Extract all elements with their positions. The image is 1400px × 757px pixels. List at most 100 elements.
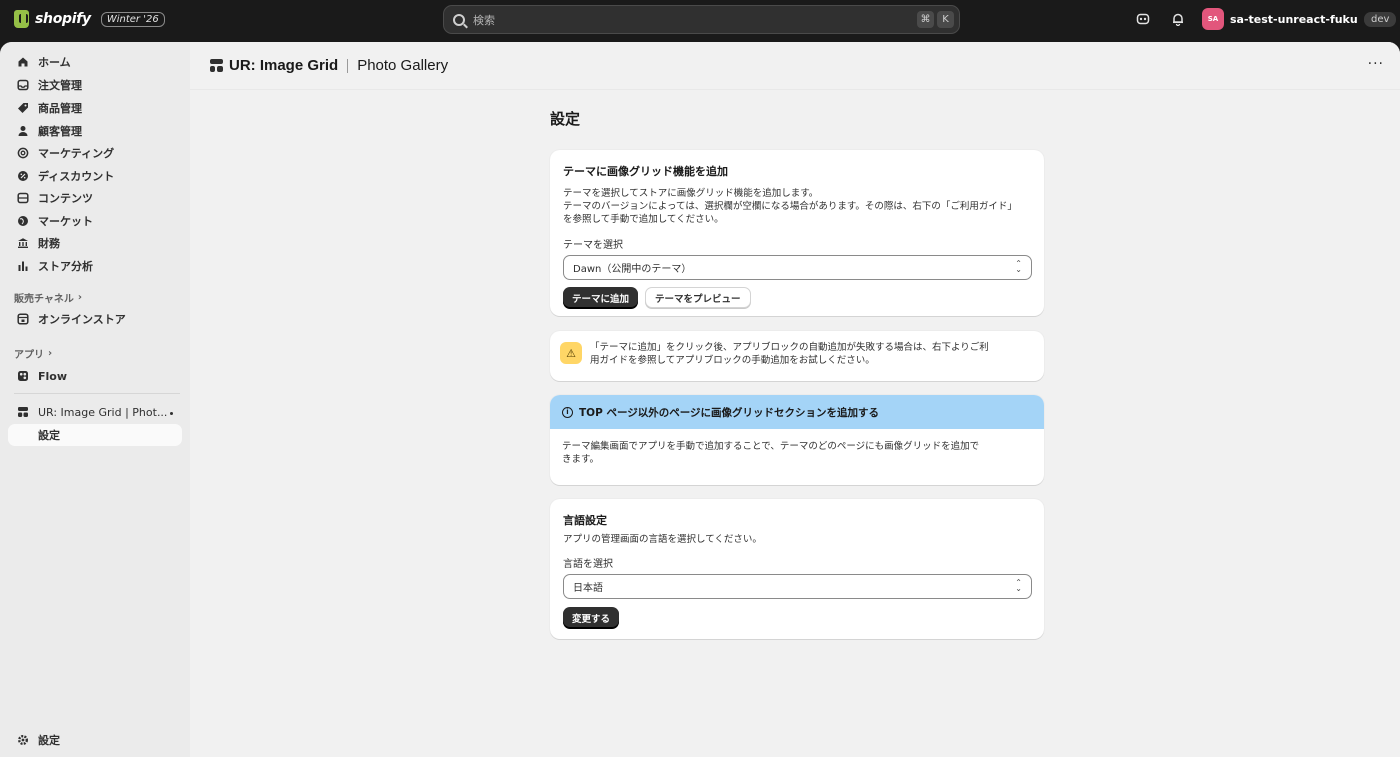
sidebar-item-discounts[interactable]: ディスカウント (8, 165, 182, 187)
chevron-right-icon: › (77, 292, 83, 303)
sidebar-item-settings[interactable]: 設定 (8, 729, 182, 751)
theme-select[interactable]: Dawn（公開中のテーマ） ⌃ ⌄ (563, 255, 1032, 280)
search-icon (453, 13, 465, 26)
sidebar-item-customers[interactable]: 顧客管理 (8, 120, 182, 142)
apps-heading[interactable]: アプリ › (14, 346, 52, 361)
sidebar-item-products[interactable]: 商品管理 (8, 97, 182, 119)
apps-label: アプリ (14, 350, 44, 361)
discount-icon (16, 169, 30, 183)
theme-card-desc-3: を参照して手動で追加してください。 (563, 214, 724, 225)
language-select[interactable]: 日本語 ⌃ ⌄ (563, 574, 1032, 599)
pin-dot (170, 412, 173, 415)
sidebar-item-label: 商品管理 (38, 102, 82, 115)
search-bar[interactable]: 検索 ⌘ K (443, 5, 960, 34)
brand-name: shopify (35, 11, 91, 27)
sidebar-item-home[interactable]: ホーム (8, 51, 182, 73)
sidebar-item-label: マーケット (38, 215, 93, 228)
info-card-text-1: テーマ編集画面でアプリを手動で追加することで、テーマのどのページにも画像グリッド… (562, 441, 980, 452)
language-card: 言語設定 アプリの管理画面の言語を選択してください。 言語を選択 日本語 ⌃ ⌄ … (550, 499, 1044, 639)
admin-shell: ホーム 注文管理 商品管理 顧客管理 マーケティング ディスカウント コンテンツ (0, 42, 1400, 757)
warning-text-1: 「テーマに追加」をクリック後、アプリブロックの自動追加が失敗する場合は、右下より… (590, 342, 989, 353)
chevron-right-icon: › (48, 348, 53, 359)
sidebar-item-label: 顧客管理 (38, 125, 82, 138)
edition-badge: Winter '26 (100, 11, 165, 27)
sidebar-item-label: オンラインストア (38, 313, 126, 326)
store-icon (16, 312, 30, 326)
kbd-cmd-key: ⌘ (917, 11, 934, 28)
theme-card-desc-1: テーマを選択してストアに画像グリッド機能を追加します。 (563, 188, 819, 199)
theme-card: テーマに画像グリッド機能を追加 テーマを選択してストアに画像グリッド機能を追加し… (550, 150, 1044, 316)
chart-bar-icon (16, 259, 30, 273)
env-badge: dev (1364, 11, 1397, 27)
sidebar-item-finance[interactable]: 財務 (8, 232, 182, 254)
change-language-button[interactable]: 変更する (563, 607, 620, 628)
info-card: i TOP ページ以外のページに画像グリッドセクションを追加する テーマ編集画面… (550, 395, 1044, 485)
sidebar-item-content[interactable]: コンテンツ (8, 187, 182, 209)
content-icon (16, 191, 30, 205)
sidebar-item-label: ホーム (38, 56, 71, 69)
sidebar-item-label: ストア分析 (38, 260, 93, 273)
shopify-bag-icon (14, 10, 29, 28)
sidebar-item-marketing[interactable]: マーケティング (8, 142, 182, 164)
more-actions-button[interactable]: ··· (1368, 56, 1384, 72)
app-subtitle: Photo Gallery (357, 57, 449, 74)
info-card-header: i TOP ページ以外のページに画像グリッドセクションを追加する (550, 395, 1044, 429)
language-card-title: 言語設定 (563, 514, 607, 527)
bank-icon (16, 236, 30, 250)
theme-card-desc-2: テーマのバージョンによっては、選択欄が空欄になる場合があります。その際は、右下の… (563, 201, 1017, 212)
sidebar-item-label: Flow (38, 369, 68, 383)
sidekick-icon[interactable] (1136, 12, 1150, 26)
info-card-text-2: きます。 (562, 454, 600, 465)
language-select-value: 日本語 (573, 583, 603, 594)
theme-actions: テーマに追加 テーマをプレビュー (563, 287, 1031, 308)
language-select-label: 言語を選択 (563, 559, 613, 570)
target-icon (16, 146, 30, 160)
main-area: UR: Image Grid Photo Gallery ··· 設定 テーマに… (190, 42, 1400, 757)
sidebar-item-image-grid-app[interactable]: UR: Image Grid | Phot... (8, 401, 182, 423)
page-title: 設定 (550, 110, 581, 128)
store-switcher[interactable]: SA sa-test-unreact-fukumot... dev (1202, 8, 1397, 30)
sales-channels-heading[interactable]: 販売チャネル › (14, 290, 82, 305)
flow-icon (16, 369, 30, 383)
info-icon: i (562, 406, 573, 418)
bell-icon[interactable] (1171, 12, 1185, 26)
preview-theme-button[interactable]: テーマをプレビュー (645, 287, 751, 308)
tag-icon (16, 101, 30, 115)
globe-icon (16, 214, 30, 228)
kbd-k-key: K (937, 11, 954, 28)
gear-icon (16, 733, 30, 747)
sidebar-item-orders[interactable]: 注文管理 (8, 74, 182, 96)
sidebar-item-flow[interactable]: Flow (8, 365, 182, 387)
language-card-desc: アプリの管理画面の言語を選択してください。 (563, 534, 762, 545)
search-placeholder: 検索 (473, 13, 495, 27)
app-header: UR: Image Grid Photo Gallery ··· (190, 42, 1400, 90)
sidebar-item-label: ディスカウント (38, 170, 115, 183)
select-chevron-icon: ⌃ ⌄ (1015, 578, 1022, 593)
shopify-logo[interactable]: shopify Winter '26 (14, 10, 165, 28)
sidebar-item-markets[interactable]: マーケット (8, 210, 182, 232)
theme-select-label: テーマを選択 (563, 240, 623, 251)
sidebar-item-online-store[interactable]: オンラインストア (8, 308, 182, 330)
sidebar-item-label: 注文管理 (38, 79, 82, 92)
info-card-heading: TOP ページ以外のページに画像グリッドセクションを追加する (579, 406, 880, 419)
store-avatar: SA (1202, 8, 1224, 30)
app-title-text: UR: Image Grid (229, 57, 339, 74)
warning-icon: ⚠ (560, 342, 582, 364)
app-grid-icon (210, 59, 223, 72)
title-separator (347, 58, 349, 73)
sidebar-subitem-settings[interactable]: 設定 (8, 424, 182, 446)
sidebar-item-label: マーケティング (38, 147, 115, 160)
sidebar-item-label: 財務 (38, 237, 60, 250)
top-bar: shopify Winter '26 検索 ⌘ K SA sa-test-unr… (0, 0, 1400, 42)
select-chevron-icon: ⌃ ⌄ (1015, 259, 1022, 274)
sidebar-item-label: コンテンツ (38, 192, 93, 205)
warning-card: ⚠ 「テーマに追加」をクリック後、アプリブロックの自動追加が失敗する場合は、右下… (550, 331, 1044, 381)
sidebar-item-label: 設定 (38, 429, 60, 442)
warning-text-2: 用ガイドを参照してアプリブロックの手動追加をお試しください。 (590, 355, 875, 366)
sidebar-item-label: UR: Image Grid | Phot... (38, 405, 168, 419)
add-to-theme-button[interactable]: テーマに追加 (563, 287, 639, 308)
sidebar-item-label: 設定 (38, 734, 60, 747)
store-name: sa-test-unreact-fukumot... (1230, 12, 1358, 26)
sidebar-item-analytics[interactable]: ストア分析 (8, 255, 182, 277)
sidebar-divider (14, 393, 180, 394)
